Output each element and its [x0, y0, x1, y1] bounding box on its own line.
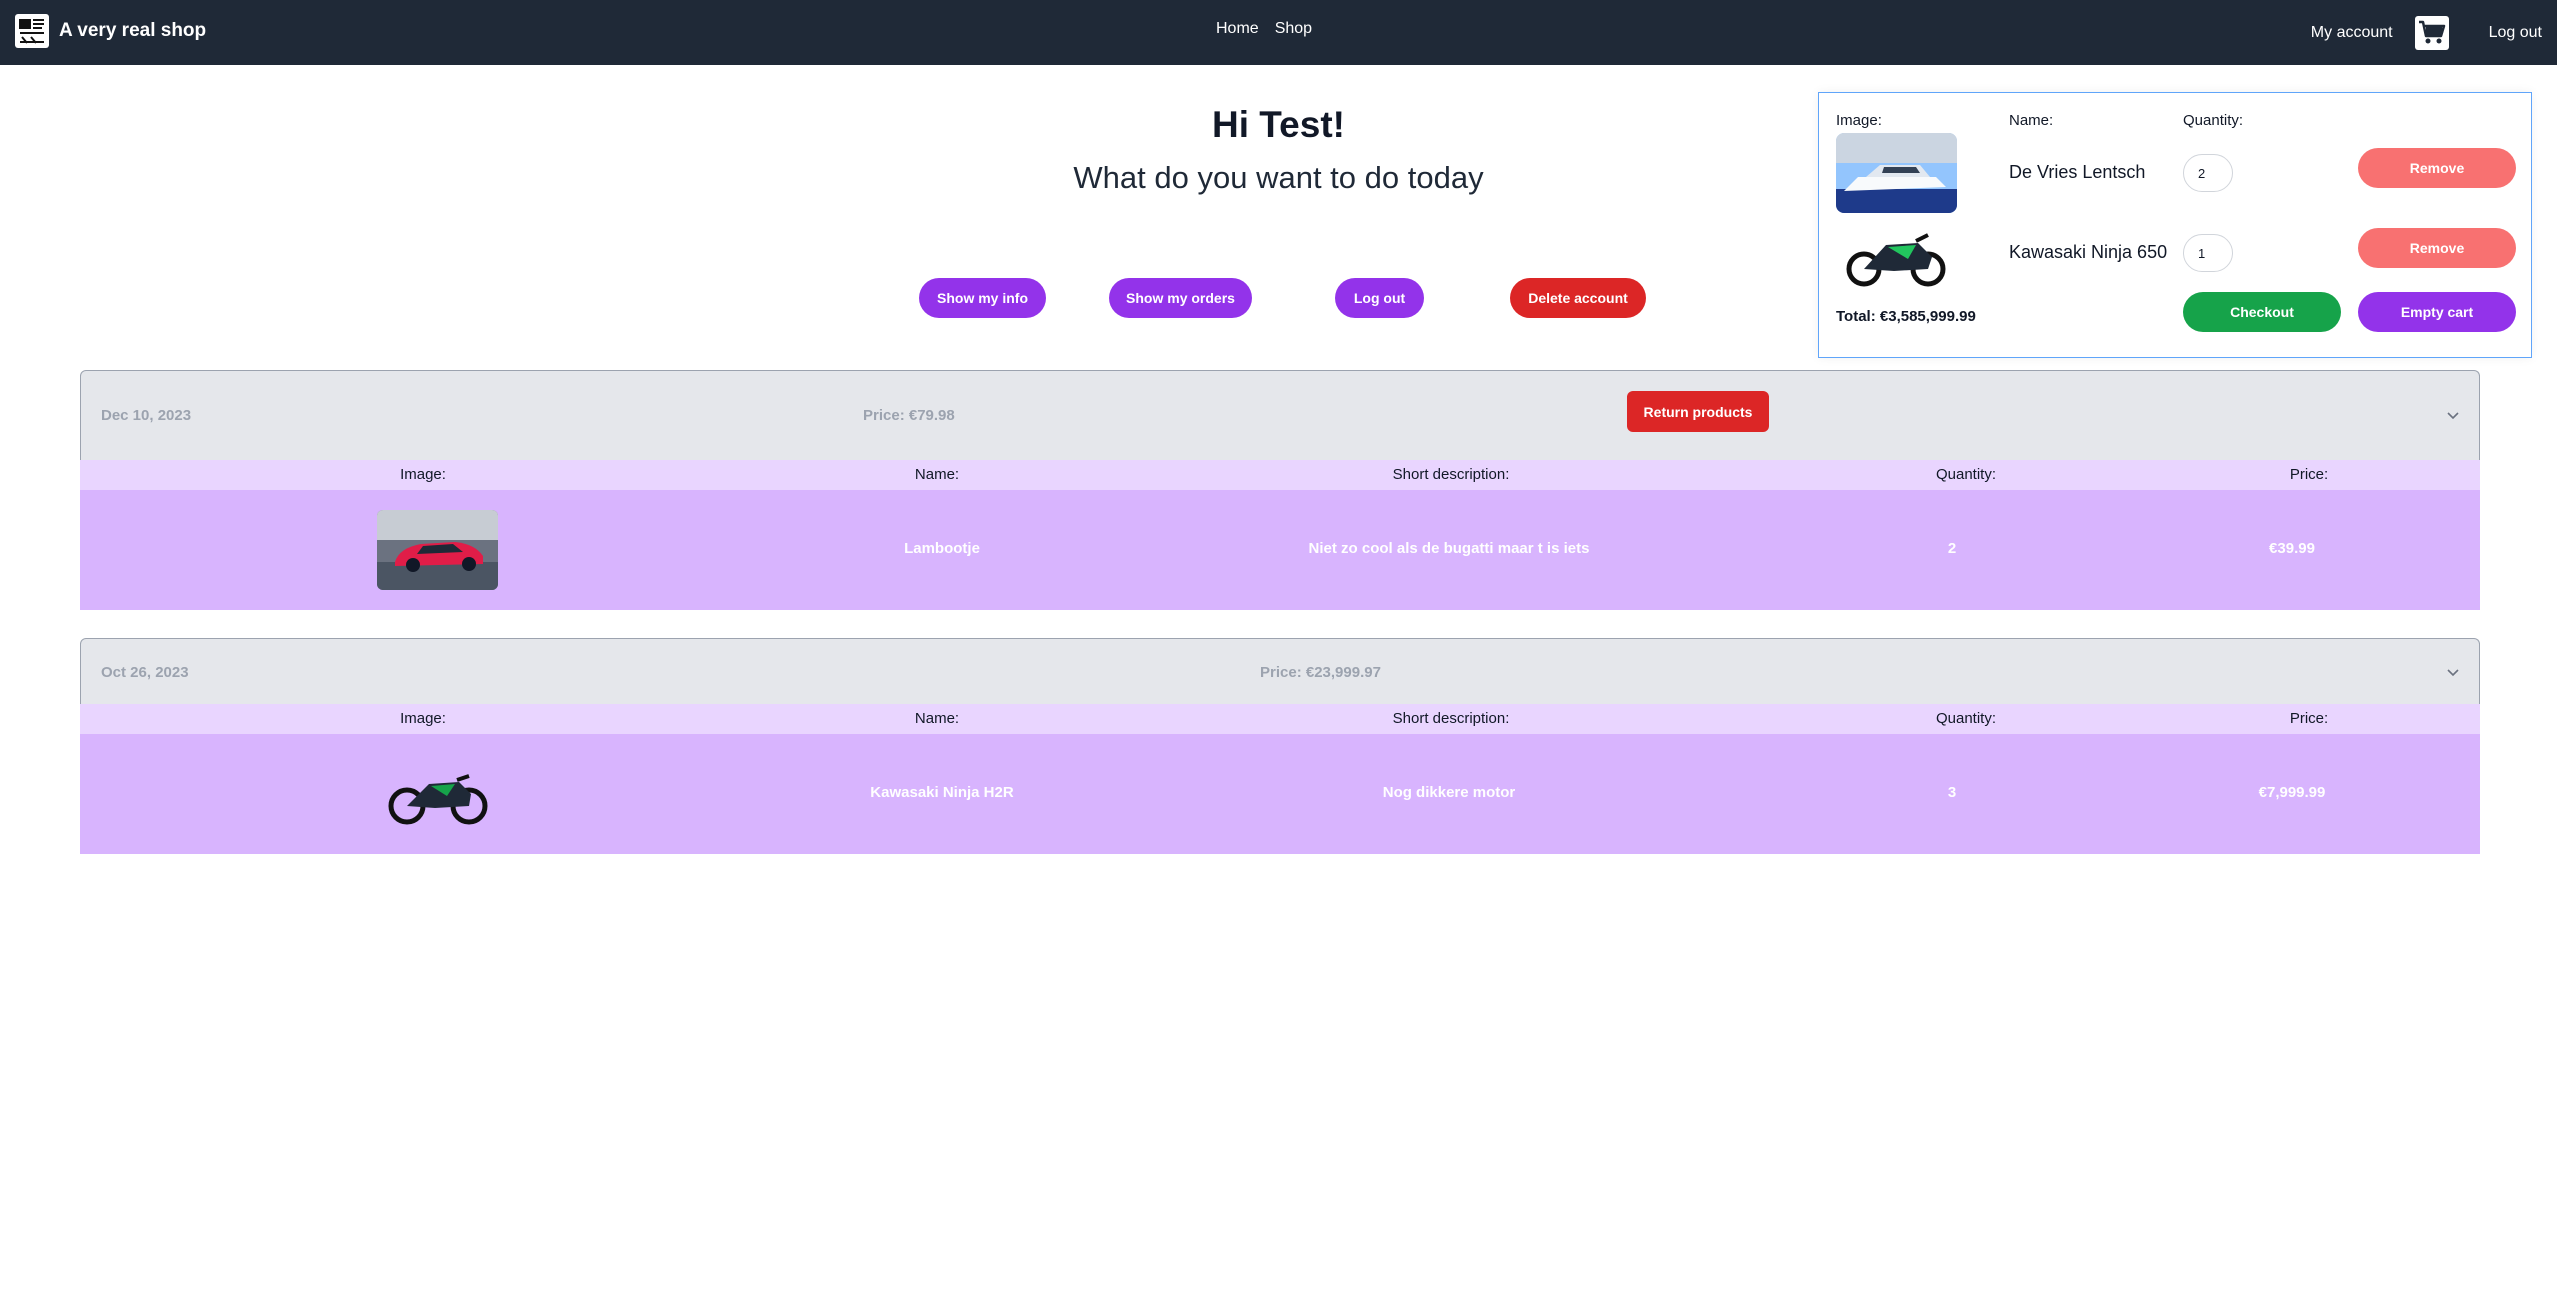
cart-item-name: De Vries Lentsch: [2009, 162, 2146, 182]
top-navbar: A very real shop Home Shop My account Lo…: [0, 0, 2557, 65]
brand[interactable]: A very real shop: [15, 14, 206, 48]
column-price: Price:: [2289, 466, 2329, 483]
column-name: Name:: [914, 466, 960, 483]
product-price: €7,999.99: [2258, 784, 2326, 801]
product-short-description: Niet zo cool als de bugatti maar t is ie…: [1308, 540, 1590, 557]
product-name: Lambootje: [904, 540, 980, 557]
my-account-link[interactable]: My account: [2311, 24, 2393, 42]
product-short-description: Nog dikkere motor: [1382, 784, 1516, 801]
product-quantity: 3: [1947, 784, 1957, 801]
order-header[interactable]: Dec 10, 2023 Price: €79.98 Return produc…: [80, 370, 2480, 460]
order-columns-header: Image: Name: Short description: Quantity…: [80, 460, 2480, 490]
shopping-cart-icon[interactable]: [2414, 15, 2449, 50]
return-products-button[interactable]: Return products: [1627, 391, 1769, 432]
nav-logout-link[interactable]: Log out: [2489, 24, 2542, 42]
product-price: €39.99: [2269, 540, 2315, 557]
nav-right: My account Log out: [2311, 0, 2557, 65]
order-header[interactable]: Oct 26, 2023 Price: €23,999.97: [80, 638, 2480, 704]
order-price: Price: €79.98: [863, 407, 955, 424]
nav-home-link[interactable]: Home: [1216, 20, 1259, 38]
show-my-orders-button[interactable]: Show my orders: [1109, 278, 1252, 318]
empty-cart-button[interactable]: Empty cart: [2358, 292, 2516, 332]
table-row: Kawasaki Ninja H2R Nog dikkere motor 3 €…: [80, 734, 2480, 854]
column-image: Image:: [400, 466, 446, 483]
product-name: Kawasaki Ninja H2R: [870, 784, 1014, 801]
column-price: Price:: [2289, 710, 2329, 727]
cart-header-name: Name:: [2009, 112, 2054, 129]
column-name: Name:: [914, 710, 960, 727]
yacht-image: [1836, 133, 1957, 213]
main-nav: Home Shop: [1216, 20, 1312, 38]
column-quantity: Quantity:: [1935, 466, 1997, 483]
order-price: Price: €23,999.97: [1260, 664, 1381, 681]
quantity-input[interactable]: [2183, 234, 2233, 272]
checkout-button[interactable]: Checkout: [2183, 292, 2341, 332]
cart-header-image: Image:: [1836, 112, 1882, 129]
remove-item-button[interactable]: Remove: [2358, 228, 2516, 268]
nav-shop-link[interactable]: Shop: [1275, 20, 1312, 38]
motorcycle-image: [377, 754, 498, 834]
order-date: Oct 26, 2023: [101, 664, 189, 681]
order-card: Dec 10, 2023 Price: €79.98 Return produc…: [80, 370, 2480, 610]
brand-title: A very real shop: [59, 20, 207, 41]
remove-item-button[interactable]: Remove: [2358, 148, 2516, 188]
delete-account-button[interactable]: Delete account: [1510, 278, 1646, 318]
order-card: Oct 26, 2023 Price: €23,999.97 Image: Na…: [80, 638, 2480, 854]
order-date: Dec 10, 2023: [101, 407, 192, 424]
column-short-description: Short description:: [1392, 466, 1510, 483]
product-quantity: 2: [1947, 540, 1957, 557]
red-sports-car-image: [377, 510, 498, 590]
cart-item-name: Kawasaki Ninja 650: [2009, 242, 2168, 262]
column-quantity: Quantity:: [1935, 710, 1997, 727]
cart-popup: Image: Name: Quantity: De Vries Lentsch …: [1818, 92, 2532, 358]
cart-header-quantity: Quantity:: [2183, 112, 2244, 129]
quantity-input[interactable]: [2183, 154, 2233, 192]
chevron-down-icon[interactable]: [2445, 407, 2461, 423]
log-out-button[interactable]: Log out: [1335, 278, 1424, 318]
show-my-info-button[interactable]: Show my info: [919, 278, 1046, 318]
cart-total: Total: €3,585,999.99: [1836, 308, 1976, 325]
motorcycle-image: [1836, 215, 1957, 295]
column-image: Image:: [400, 710, 446, 727]
table-row: Lambootje Niet zo cool als de bugatti ma…: [80, 490, 2480, 610]
column-short-description: Short description:: [1392, 710, 1510, 727]
shop-logo-icon: [15, 14, 49, 48]
order-columns-header: Image: Name: Short description: Quantity…: [80, 704, 2480, 734]
chevron-down-icon[interactable]: [2445, 664, 2461, 680]
